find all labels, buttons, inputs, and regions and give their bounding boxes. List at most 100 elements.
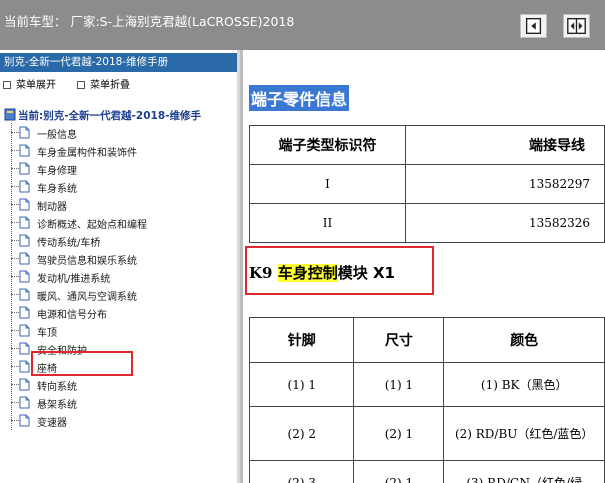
scroll-left-icon [525, 17, 542, 35]
tree-connector [11, 168, 19, 169]
tree-root-label: 当前:别克-全新一代君越-2018-维修手 [18, 110, 201, 122]
tree-item-label: 电源和信号分布 [37, 310, 107, 321]
tree-item-label: 变速器 [37, 418, 67, 429]
table-cell: I [249, 164, 406, 204]
expand-icon [3, 81, 11, 89]
document-icon [19, 270, 30, 283]
collapse-menu-button[interactable]: 菜单折叠 [77, 76, 130, 91]
tree-item-label: 车身金属构件和装饰件 [37, 148, 137, 159]
table-header: 端子类型标识符 [249, 125, 406, 165]
tree-item[interactable]: 制动器 [0, 195, 240, 214]
tree-item[interactable]: 车身系统 [0, 177, 240, 196]
current-model-title: 当前车型： 厂家:S-上海别克君越(LaCROSSE)2018 [4, 14, 295, 29]
table-header: 针脚 [248, 317, 355, 363]
table-cell: (1) 1 [248, 362, 355, 407]
tree-item-label: 车身修理 [37, 166, 77, 177]
table-row: (2) 3 (2) 1 (3) RD/GN（红色/绿 [248, 460, 605, 483]
tree-connector [11, 312, 19, 313]
tree-connector [11, 420, 19, 421]
tree-list: 一般信息车身金属构件和装饰件 车身修理车身系统制动器诊断概述、起始点和编程 传动系统… [0, 123, 240, 430]
document-icon [19, 396, 30, 409]
tree-item[interactable]: 传动系统/车桥 [0, 231, 240, 250]
expand-label: 菜单展开 [16, 80, 56, 91]
table-cell: (2) 1 [353, 406, 445, 461]
table-row: (1) 1 (1) 1 (1) BK（黑色） [248, 362, 605, 407]
tree-connector [11, 186, 19, 187]
table-cell: (3) RD/GN（红色/绿 [443, 460, 605, 483]
tree-item-label: 一般信息 [37, 130, 77, 141]
table-cell: 13582297 [404, 164, 605, 204]
document-icon [19, 378, 30, 391]
collapse-icon [77, 81, 85, 89]
expand-menu-button[interactable]: 菜单展开 [3, 76, 56, 91]
top-bar: 当前车型： 厂家:S-上海别克君越(LaCROSSE)2018 [0, 0, 605, 50]
tree-item[interactable]: 车身金属构件和装饰件 [0, 141, 240, 160]
table-header: 尺寸 [353, 317, 445, 363]
table-cell: 13582326 [404, 203, 605, 243]
document-icon [19, 180, 30, 193]
tree-connector [11, 276, 19, 277]
tree-item-label: 转向系统 [37, 382, 77, 393]
document-icon [19, 360, 30, 373]
tree-item[interactable]: 悬架系统 [0, 393, 240, 412]
tree-connector [11, 240, 19, 241]
tree-item-label: 传动系统/车桥 [37, 238, 101, 249]
tree-item-label: 发动机/推进系统 [37, 274, 111, 285]
table-header: 端接导线 [404, 125, 605, 165]
table-cell: (1) BK（黑色） [443, 362, 605, 407]
document-icon [19, 306, 30, 319]
table-cell: (2) 1 [353, 460, 445, 483]
navigation-panel: 别克-全新一代君越-2018-维修手册 菜单展开 菜单折叠 当前:别克-全新一代… [0, 50, 240, 483]
document-icon [19, 414, 30, 427]
split-view-button[interactable] [563, 14, 590, 38]
table-cell: (2) RD/BU（红色/蓝色） [443, 406, 605, 461]
document-icon [19, 234, 30, 247]
tree-item[interactable]: 车顶 [0, 321, 240, 340]
scroll-left-button[interactable] [520, 14, 547, 38]
tree-item[interactable]: 变速器 [0, 411, 240, 430]
table-cell: (2) 2 [248, 406, 355, 461]
section-title: 端子零件信息 [249, 85, 350, 111]
tree-item-label: 制动器 [37, 202, 67, 213]
table-header: 颜色 [443, 317, 605, 363]
tree-connector [11, 258, 19, 259]
tree-item-label: 诊断概述、起始点和编程 [37, 220, 147, 231]
table-row: (2) 2 (2) 1 (2) RD/BU（红色/蓝色） [248, 406, 605, 461]
tree-item-label: 悬架系统 [37, 400, 77, 411]
document-icon [19, 126, 30, 139]
table-row: I 13582297 [249, 164, 605, 204]
manual-title: 别克-全新一代君越-2018-维修手册 [0, 53, 237, 72]
tree-connector [11, 330, 19, 331]
tree-connector [11, 132, 19, 133]
document-icon [19, 162, 30, 175]
tree-item[interactable]: 发动机/推进系统 [0, 267, 240, 286]
tree-connector [11, 150, 19, 151]
tree-item-label: 车顶 [37, 328, 57, 339]
table-cell: (2) 3 [248, 460, 355, 483]
tree-root[interactable]: 当前:别克-全新一代君越-2018-维修手 [4, 108, 201, 123]
tree-item[interactable]: 诊断概述、起始点和编程 [0, 213, 240, 232]
tree-connector [11, 222, 19, 223]
highlight-annotation-box [31, 351, 133, 376]
terminal-table: 端子类型标识符 端接导线 I 13582297 II 13582326 [249, 125, 605, 243]
document-icon [19, 252, 30, 265]
document-icon [19, 198, 30, 211]
tree-item[interactable]: 暖风、通风与空调系统 [0, 285, 240, 304]
document-icon [19, 216, 30, 229]
table-row: II 13582326 [249, 203, 605, 243]
document-icon [19, 288, 30, 301]
document-icon [19, 342, 30, 355]
book-icon [4, 108, 16, 121]
tree-item[interactable]: 转向系统 [0, 375, 240, 394]
tree-item-label: 驾驶员信息和娱乐系统 [37, 256, 137, 267]
tree-item-label: 暖风、通风与空调系统 [37, 292, 137, 303]
tree-item[interactable]: 车身修理 [0, 159, 240, 178]
tree-item[interactable]: 驾驶员信息和娱乐系统 [0, 249, 240, 268]
tree-connector [11, 294, 19, 295]
tree-item[interactable]: 一般信息 [0, 123, 240, 142]
tree-item[interactable]: 电源和信号分布 [0, 303, 240, 322]
pin-table: 针脚 尺寸 颜色 (1) 1 (1) 1 (1) BK（黑色） (2) 2 (2… [248, 317, 605, 483]
tree-connector [11, 366, 19, 367]
tree-item-label: 车身系统 [37, 184, 77, 195]
table-cell: II [249, 203, 406, 243]
